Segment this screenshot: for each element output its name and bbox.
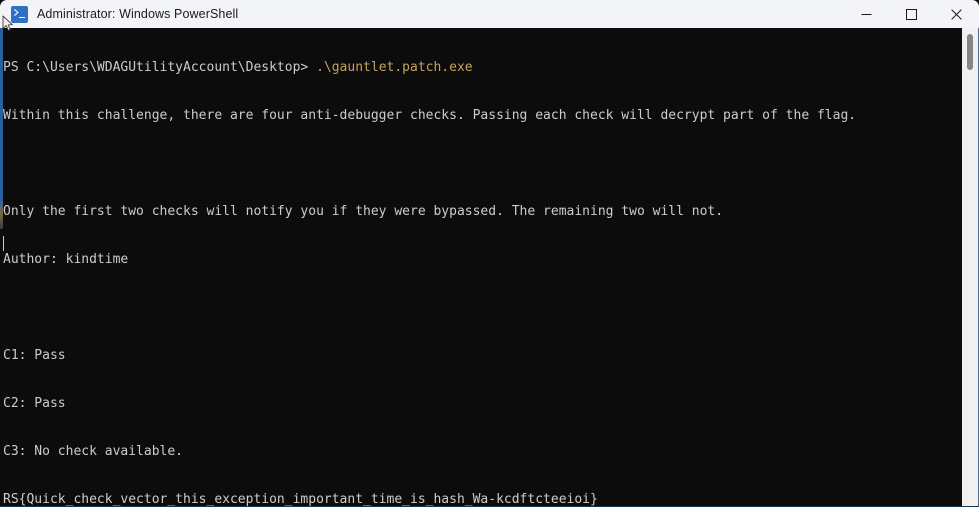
scrollbar-thumb[interactable] <box>967 34 973 70</box>
console-line-blank-1 <box>3 156 856 172</box>
close-icon <box>951 8 962 20</box>
close-button[interactable] <box>934 0 979 28</box>
console-line-flag: RS{Quick_check_vector_this_exception_imp… <box>3 492 598 507</box>
mouse-pointer-icon <box>2 15 13 31</box>
minimize-icon <box>861 13 872 15</box>
text-cursor <box>3 236 4 251</box>
powershell-window: Administrator: Windows PowerShell PS C:\… <box>0 0 979 507</box>
title-bar[interactable]: Administrator: Windows PowerShell <box>0 0 979 28</box>
console-line-check-3: C3: No check available. <box>3 444 184 459</box>
console-output: PS C:\Users\WDAGUtilityAccount\Desktop> … <box>3 28 856 507</box>
console-line-output-1: Within this challenge, there are four an… <box>3 108 857 123</box>
minimize-button[interactable] <box>844 0 889 28</box>
console-line-output-2: Only the first two checks will notify yo… <box>3 204 724 219</box>
command-text: .\gauntlet.patch.exe <box>316 60 473 75</box>
prompt-text: PS C:\Users\WDAGUtilityAccount\Desktop> <box>3 60 317 75</box>
console-line-blank-2 <box>3 300 856 316</box>
prompt-chevron-icon <box>14 9 19 16</box>
prompt-underscore-icon <box>18 16 25 19</box>
console-line-check-2: C2: Pass <box>3 396 66 411</box>
console-line-author: Author: kindtime <box>3 252 129 267</box>
console-line-command-1: PS C:\Users\WDAGUtilityAccount\Desktop> … <box>3 60 856 76</box>
maximize-button[interactable] <box>889 0 934 28</box>
console-line-check-1: C1: Pass <box>3 348 66 363</box>
maximize-icon <box>906 8 917 20</box>
terminal-body[interactable]: PS C:\Users\WDAGUtilityAccount\Desktop> … <box>0 28 979 507</box>
window-title: Administrator: Windows PowerShell <box>37 7 239 21</box>
window-left-accent <box>0 28 3 229</box>
scrollbar[interactable] <box>962 28 979 507</box>
